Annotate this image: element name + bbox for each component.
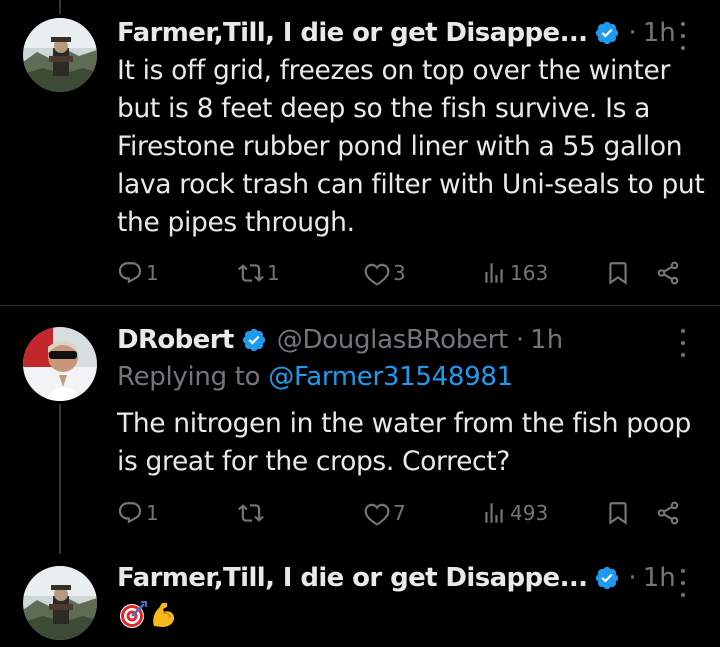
avatar-drobert[interactable] bbox=[23, 327, 97, 401]
repost-count: 1 bbox=[267, 261, 280, 285]
reply-icon bbox=[118, 502, 142, 524]
more-options-icon[interactable] bbox=[674, 22, 692, 50]
like-count: 7 bbox=[393, 501, 406, 525]
like-count: 3 bbox=[393, 261, 406, 285]
thread-line-top bbox=[59, 0, 61, 14]
author-name[interactable]: Farmer,Till, I die or get Disappe... bbox=[117, 18, 588, 48]
verified-badge-icon bbox=[241, 327, 267, 353]
post-time[interactable]: 1h bbox=[643, 18, 676, 48]
replying-to: Replying to @Farmer31548981 bbox=[117, 362, 513, 392]
repost-icon bbox=[238, 264, 264, 282]
separator-dot: · bbox=[628, 563, 637, 593]
share-button[interactable] bbox=[655, 258, 681, 288]
repost-button[interactable] bbox=[238, 498, 267, 528]
bookmark-button[interactable] bbox=[605, 258, 631, 288]
separator-dot: · bbox=[515, 325, 525, 355]
verified-badge-icon bbox=[594, 20, 620, 46]
views-button[interactable]: 163 bbox=[481, 258, 548, 288]
repost-icon bbox=[238, 504, 264, 522]
author-name[interactable]: Farmer,Till, I die or get Disappe... bbox=[117, 563, 588, 593]
verified-badge-icon bbox=[594, 565, 620, 591]
reply-count: 1 bbox=[146, 501, 159, 525]
post-divider bbox=[0, 305, 720, 306]
direct-hit-emoji bbox=[120, 601, 147, 628]
share-button[interactable] bbox=[655, 498, 681, 528]
replying-to-prefix: Replying to bbox=[117, 362, 261, 392]
thread-line-reply bbox=[59, 404, 61, 554]
post-header: DRobert @DouglasBRobert · 1h bbox=[117, 324, 563, 356]
post-actions: 1 1 3 163 bbox=[117, 258, 697, 288]
share-icon bbox=[657, 261, 679, 285]
more-options-icon[interactable] bbox=[674, 329, 692, 357]
post-time[interactable]: 1h bbox=[643, 563, 676, 593]
share-icon bbox=[657, 501, 679, 525]
post-actions: 1 7 493 bbox=[117, 498, 697, 528]
like-button[interactable]: 3 bbox=[364, 258, 406, 288]
post-time[interactable]: 1h bbox=[530, 325, 563, 355]
reply-button[interactable]: 1 bbox=[117, 258, 159, 288]
like-button[interactable]: 7 bbox=[364, 498, 406, 528]
more-options-icon[interactable] bbox=[674, 569, 692, 597]
post-header: Farmer,Till, I die or get Disappe... · 1… bbox=[117, 562, 676, 594]
views-chart-icon bbox=[485, 503, 503, 523]
author-handle[interactable]: @DouglasBRobert bbox=[277, 325, 508, 355]
bookmark-icon bbox=[609, 502, 627, 525]
post-text: The nitrogen in the water from the fish … bbox=[117, 408, 691, 477]
views-button[interactable]: 493 bbox=[481, 498, 548, 528]
post-emoji-row bbox=[118, 600, 178, 630]
views-count: 493 bbox=[510, 501, 549, 525]
author-name[interactable]: DRobert bbox=[117, 325, 234, 355]
heart-icon bbox=[364, 503, 390, 526]
bookmark-icon bbox=[609, 262, 627, 285]
reply-count: 1 bbox=[146, 261, 159, 285]
post-header: Farmer,Till, I die or get Disappe... · 1… bbox=[117, 17, 676, 49]
post-text: It is off grid, freezes on top over the … bbox=[117, 55, 705, 238]
flexed-biceps-emoji bbox=[153, 603, 174, 627]
bookmark-button[interactable] bbox=[605, 498, 631, 528]
reply-icon bbox=[118, 262, 142, 284]
avatar-farmer[interactable] bbox=[23, 566, 97, 640]
separator-dot: · bbox=[628, 18, 637, 48]
replying-to-handle-link[interactable]: @Farmer31548981 bbox=[268, 362, 513, 392]
views-count: 163 bbox=[510, 261, 549, 285]
avatar-farmer[interactable] bbox=[23, 18, 97, 92]
views-chart-icon bbox=[485, 263, 503, 283]
repost-button[interactable]: 1 bbox=[238, 258, 280, 288]
reply-button[interactable]: 1 bbox=[117, 498, 159, 528]
heart-icon bbox=[364, 263, 390, 286]
